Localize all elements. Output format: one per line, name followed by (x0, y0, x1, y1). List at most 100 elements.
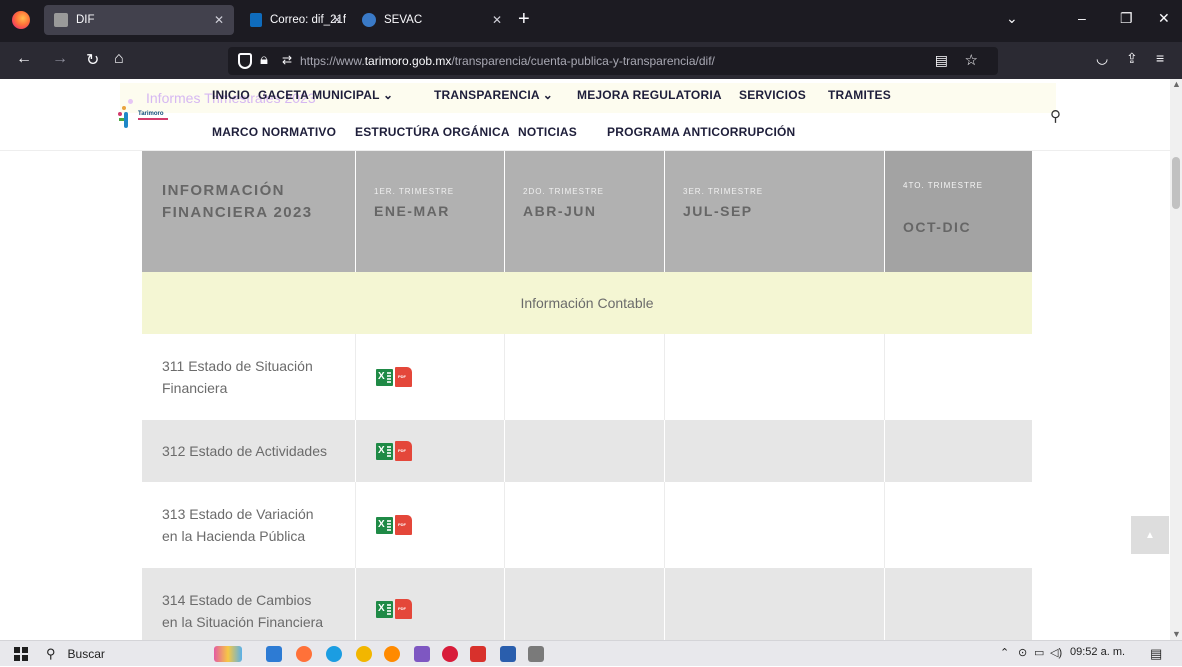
edge-icon[interactable] (326, 646, 342, 662)
table-title: INFORMACIÓN FINANCIERA 2023 (162, 182, 313, 221)
pdf-file-icon[interactable] (395, 441, 412, 461)
site-header: Informes Trimestrales 2023 Tarimoro INIC… (0, 79, 1170, 151)
page-scrollbar[interactable]: ▲ ▼ (1170, 79, 1182, 640)
acrobat-icon[interactable] (470, 646, 486, 662)
tray-chevron-icon[interactable]: ⌃ (1000, 646, 1009, 659)
close-icon[interactable]: ✕ (214, 13, 224, 27)
building-icon (54, 13, 68, 27)
tracking-shield-icon[interactable] (238, 53, 252, 69)
file-explorer-icon[interactable] (266, 646, 282, 662)
file-links (376, 515, 412, 535)
tab-title: SEVAC (384, 14, 423, 26)
clock[interactable]: 09:52 a. m. (1070, 646, 1125, 658)
search-icon[interactable]: ⚲ (1050, 107, 1061, 125)
menu-programa-anticorrupcion[interactable]: PROGRAMA ANTICORRUPCIÓN (607, 125, 795, 139)
excel-file-icon[interactable] (376, 601, 393, 618)
minimize-icon[interactable]: – (1078, 10, 1086, 26)
firefox-alt-icon[interactable] (384, 646, 400, 662)
chrome-icon[interactable] (356, 646, 372, 662)
menu-estructura-organica[interactable]: ESTRUCTÚRA ORGÁNICA (355, 125, 510, 139)
web-page: INFORMACIÓN FINANCIERA 2023 1ER. TRIMEST… (0, 79, 1182, 640)
file-links (376, 367, 412, 387)
scroll-up-icon[interactable]: ▲ (1172, 79, 1181, 89)
menu-marco-normativo[interactable]: MARCO NORMATIVO (212, 125, 336, 139)
bookmark-star-icon[interactable]: ☆ (965, 51, 978, 69)
display-icon[interactable]: ▭ (1034, 646, 1044, 659)
forward-icon[interactable]: → (52, 50, 68, 68)
taskbar-search-label: Buscar (67, 647, 105, 661)
word-icon[interactable] (500, 646, 516, 662)
section-heading-row: Información Contable (142, 272, 1032, 334)
excel-file-icon[interactable] (376, 517, 393, 534)
pdf-file-icon[interactable] (395, 599, 412, 619)
reader-view-icon[interactable]: ▤ (935, 52, 948, 69)
menu-gaceta-municipal[interactable]: GACETA MUNICIPAL ⌄ (258, 88, 393, 102)
site-logo[interactable]: Tarimoro (114, 106, 174, 134)
app-icon[interactable] (528, 646, 544, 662)
pdf-file-icon[interactable] (395, 515, 412, 535)
restore-icon[interactable]: ❐ (1120, 10, 1133, 27)
share-icon[interactable]: ⇪ (1126, 50, 1138, 67)
excel-file-icon[interactable] (376, 443, 393, 460)
table-row: 314 Estado de Cambios en la Situación Fin… (142, 568, 1032, 640)
quarter-header: 3ER. TRIMESTRE JUL-SEP (665, 149, 885, 272)
file-links (376, 599, 412, 619)
table-title-cell: INFORMACIÓN FINANCIERA 2023 (142, 149, 356, 272)
url-bar[interactable]: 🔒︎ ⇄ https://www.tarimoro.gob.mx/transpa… (228, 47, 998, 75)
menu-mejora-regulatoria[interactable]: MEJORA REGULATORIA (577, 88, 722, 102)
tab-dif[interactable]: DIF ✕ (44, 5, 234, 35)
permissions-icon[interactable]: ⇄ (282, 53, 292, 67)
quarter-header: 1ER. TRIMESTRE ENE-MAR (356, 149, 505, 272)
windows-start-icon[interactable] (14, 647, 28, 661)
window-close-icon[interactable]: ✕ (1158, 10, 1170, 27)
row-label: 312 Estado de Actividades (162, 443, 328, 459)
table-row: 311 Estado de Situación Financiera (142, 334, 1032, 420)
lock-icon[interactable]: 🔒︎ (260, 51, 268, 68)
pdf-file-icon[interactable] (395, 367, 412, 387)
quarter-header: 2DO. TRIMESTRE ABR-JUN (505, 149, 665, 272)
reload-icon[interactable]: ↻ (86, 50, 99, 70)
widgets-icon[interactable] (214, 646, 242, 662)
section-heading: Información Contable (520, 295, 654, 311)
tab-list-chevron-icon[interactable]: ⌄ (1006, 10, 1018, 27)
menu-inicio[interactable]: INICIO (212, 88, 250, 102)
menu-servicios[interactable]: SERVICIOS (739, 88, 806, 102)
logo-text: Tarimoro (138, 111, 164, 117)
new-tab-icon[interactable]: + (518, 8, 530, 31)
tarimoro-logo-icon (118, 106, 128, 128)
power-automate-icon[interactable] (414, 646, 430, 662)
bullet-dot (128, 99, 133, 104)
browser-nav-bar: ← → ↻ ⌂ 🔒︎ ⇄ https://www.tarimoro.gob.mx… (0, 42, 1182, 79)
excel-file-icon[interactable] (376, 369, 393, 386)
back-to-top-button[interactable]: ▲ (1131, 516, 1169, 554)
close-icon[interactable]: ✕ (332, 13, 342, 27)
url-text[interactable]: https://www.tarimoro.gob.mx/transparenci… (300, 54, 715, 68)
home-icon[interactable]: ⌂ (114, 50, 124, 68)
taskbar-search[interactable]: ⚲ Buscar (40, 641, 200, 667)
sevac-icon (362, 13, 376, 27)
row-label: 311 Estado de Situación Financiera (162, 358, 313, 396)
pocket-icon[interactable]: ◡ (1096, 50, 1108, 67)
security-app-icon[interactable] (442, 646, 458, 662)
menu-icon[interactable]: ≡ (1156, 50, 1164, 66)
close-icon[interactable]: ✕ (492, 13, 502, 27)
tab-sevac[interactable]: SEVAC ✕ (352, 5, 512, 35)
menu-transparencia[interactable]: TRANSPARENCIA ⌄ (434, 88, 553, 102)
windows-taskbar: ⚲ Buscar ⌃ ⊙ ▭ ◁) 09:52 a. m. ▤ (0, 640, 1182, 666)
scroll-thumb[interactable] (1172, 157, 1180, 209)
network-icon[interactable]: ⊙ (1018, 646, 1027, 659)
file-links (376, 441, 412, 461)
firefox-logo-icon[interactable] (12, 11, 30, 29)
menu-noticias[interactable]: NOTICIAS (518, 125, 577, 139)
chevron-up-icon: ▲ (1145, 529, 1155, 541)
back-icon[interactable]: ← (16, 50, 32, 68)
tab-title: DIF (76, 14, 95, 26)
firefox-icon[interactable] (296, 646, 312, 662)
scroll-down-icon[interactable]: ▼ (1172, 629, 1181, 639)
menu-tramites[interactable]: TRAMITES (828, 88, 891, 102)
notifications-icon[interactable]: ▤ (1150, 646, 1162, 662)
table-header-row: INFORMACIÓN FINANCIERA 2023 1ER. TRIMEST… (142, 149, 1032, 272)
volume-icon[interactable]: ◁) (1050, 646, 1062, 659)
table-row: 313 Estado de Variación en la Hacienda Pú… (142, 482, 1032, 568)
tab-correo[interactable]: Correo: dif_21facturas@hotmai ✕ (240, 5, 346, 35)
